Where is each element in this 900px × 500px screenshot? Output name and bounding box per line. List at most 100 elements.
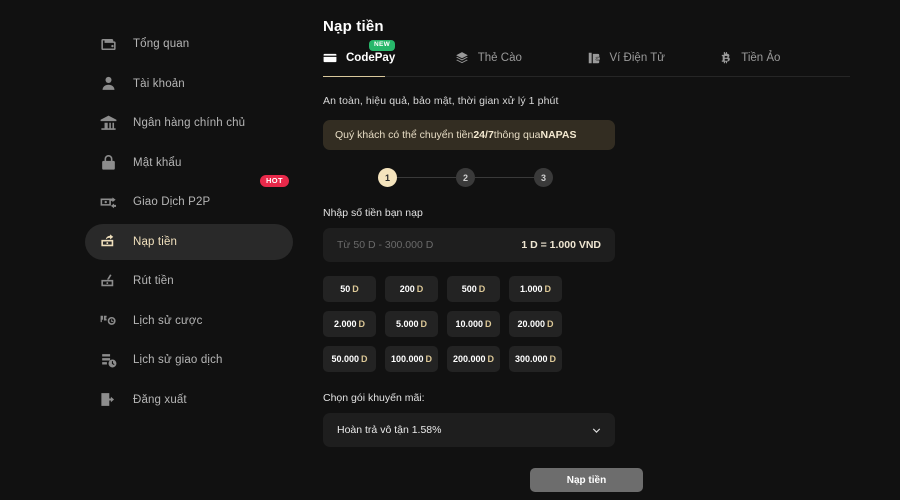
tab-0[interactable]: CodePay NEW	[323, 40, 455, 77]
scratch-card-icon	[455, 51, 469, 65]
chip-unit: D	[547, 319, 554, 329]
main-content: Nạp tiền CodePay NEW Thẻ Cào Ví Điện Tử Tiền…	[315, 0, 900, 500]
bank-icon	[99, 114, 118, 133]
tab-label: Tiền Ảo	[741, 52, 781, 64]
quick-amount-chip[interactable]: 5.000 D	[385, 311, 438, 337]
tab-label: Thẻ Cào	[477, 52, 522, 64]
credit-card-icon	[323, 51, 337, 65]
dashboard-icon	[99, 35, 118, 54]
exchange-rate-label: 1 D = 1.000 VND	[521, 239, 601, 251]
step-3: 3	[534, 168, 553, 187]
sidebar-item-label: Tài khoản	[133, 77, 185, 90]
sidebar-item-6[interactable]: Rút tiền	[85, 263, 293, 299]
quick-amount-chip[interactable]: 200.000 D	[447, 346, 500, 372]
banner-highlight-247: 24/7	[473, 129, 494, 141]
sidebar-item-label: Tổng quan	[133, 38, 190, 50]
step-indicator: 1 2 3	[378, 168, 553, 187]
chip-amount: 200.000	[452, 354, 486, 364]
quick-amount-chip[interactable]: 10.000 D	[447, 311, 500, 337]
quick-amount-chip[interactable]: 50.000 D	[323, 346, 376, 372]
quick-amount-chip[interactable]: 100.000 D	[385, 346, 438, 372]
quick-amount-chip[interactable]: 500 D	[447, 276, 500, 302]
tab-1[interactable]: Thẻ Cào	[455, 51, 587, 76]
sidebar-item-label: Nạp tiền	[133, 235, 178, 248]
chip-unit: D	[549, 354, 557, 364]
sidebar-item-label: Rút tiền	[133, 275, 174, 287]
chip-amount: 50.000	[331, 354, 360, 364]
user-icon	[99, 74, 118, 93]
bet-history-icon	[99, 311, 118, 330]
chip-amount: 2.000	[333, 319, 357, 329]
chip-amount: 10.000	[455, 319, 484, 329]
tab-2[interactable]: Ví Điện Tử	[587, 51, 719, 76]
quick-amount-chip[interactable]: 200 D	[385, 276, 438, 302]
tab-3[interactable]: Tiền Ảo	[718, 51, 850, 76]
chip-amount: 200	[399, 284, 415, 294]
quick-amount-chips: 50 D 200 D 500 D 1.000 D 2.000 D 5.000 D 10.000 D 20.0…	[323, 276, 621, 372]
new-badge: NEW	[369, 40, 396, 51]
quick-amount-chip[interactable]: 20.000 D	[509, 311, 562, 337]
amount-input[interactable]	[337, 239, 507, 251]
chip-unit: D	[361, 354, 368, 364]
step-1: 1	[378, 168, 397, 187]
step-connector	[475, 177, 534, 178]
chip-amount: 50	[340, 284, 351, 294]
deposit-page: Tổng quan Tài khoản Ngân hàng chính chủ Mật…	[0, 0, 900, 500]
chip-unit: D	[416, 284, 424, 294]
hot-badge: HOT	[259, 175, 289, 187]
page-title: Nạp tiền	[323, 18, 384, 35]
sidebar-item-7[interactable]: Lịch sử cược	[85, 303, 293, 339]
sidebar: Tổng quan Tài khoản Ngân hàng chính chủ Mật…	[0, 0, 315, 500]
banner-middle: thông qua	[493, 129, 541, 141]
promo-field-label: Chọn gói khuyến mãi:	[323, 392, 425, 404]
deposit-icon	[99, 232, 118, 251]
lock-icon	[99, 153, 118, 172]
chip-unit: D	[358, 319, 366, 329]
chip-unit: D	[420, 319, 428, 329]
deposit-submit-button[interactable]: Nạp tiền	[530, 468, 643, 492]
promo-selected-value: Hoàn trả vô tận 1.58%	[337, 424, 442, 436]
sidebar-item-8[interactable]: Lịch sử giao dịch	[85, 342, 293, 378]
chip-unit: D	[544, 284, 552, 294]
chip-amount: 1.000	[519, 284, 543, 294]
sidebar-item-0[interactable]: Tổng quan	[85, 26, 293, 62]
amount-field-label: Nhập số tiền bạn nạp	[323, 207, 423, 219]
banner-prefix: Quý khách có thể chuyển tiền	[335, 129, 474, 141]
sidebar-item-label: Giao Dịch P2P	[133, 196, 211, 208]
chip-amount: 5.000	[395, 319, 419, 329]
chip-amount: 500	[461, 284, 477, 294]
p2p-exchange-icon	[99, 193, 118, 212]
sidebar-item-label: Lịch sử cược	[133, 314, 203, 327]
sidebar-item-5[interactable]: Nạp tiền	[85, 223, 293, 260]
withdraw-icon	[99, 272, 118, 291]
chip-amount: 20.000	[517, 319, 546, 329]
chip-unit: D	[352, 284, 359, 294]
quick-amount-chip[interactable]: 2.000 D	[323, 311, 376, 337]
banner-highlight-napas: NAPAS	[540, 129, 577, 141]
sidebar-item-label: Đăng xuất	[133, 393, 187, 406]
step-2: 2	[456, 168, 475, 187]
sidebar-item-label: Mật khẩu	[133, 156, 182, 169]
sidebar-item-4[interactable]: Giao Dịch P2P HOT	[85, 175, 293, 220]
e-wallet-icon	[587, 51, 601, 65]
sidebar-item-2[interactable]: Ngân hàng chính chủ	[85, 105, 293, 141]
bitcoin-icon	[718, 51, 732, 65]
quick-amount-chip[interactable]: 300.000 D	[509, 346, 562, 372]
quick-amount-chip[interactable]: 50 D	[323, 276, 376, 302]
chip-unit: D	[485, 319, 492, 329]
step-connector	[397, 177, 456, 178]
chip-unit: D	[487, 354, 495, 364]
promo-dropdown[interactable]: Hoàn trả vô tận 1.58%	[323, 413, 615, 447]
sidebar-item-label: Lịch sử giao dịch	[133, 354, 223, 366]
payment-method-tabs: CodePay NEW Thẻ Cào Ví Điện Tử Tiền Ảo	[323, 40, 850, 77]
tagline-text: An toàn, hiệu quả, bảo mật, thời gian xử…	[323, 95, 559, 107]
amount-input-wrapper[interactable]: 1 D = 1.000 VND	[323, 228, 615, 262]
transaction-history-icon	[99, 351, 118, 370]
sidebar-item-9[interactable]: Đăng xuất	[85, 382, 293, 418]
sidebar-item-1[interactable]: Tài khoản	[85, 66, 293, 102]
chip-amount: 100.000	[390, 354, 424, 364]
chip-unit: D	[425, 354, 433, 364]
tab-label: CodePay	[346, 52, 396, 64]
chip-unit: D	[478, 284, 486, 294]
quick-amount-chip[interactable]: 1.000 D	[509, 276, 562, 302]
